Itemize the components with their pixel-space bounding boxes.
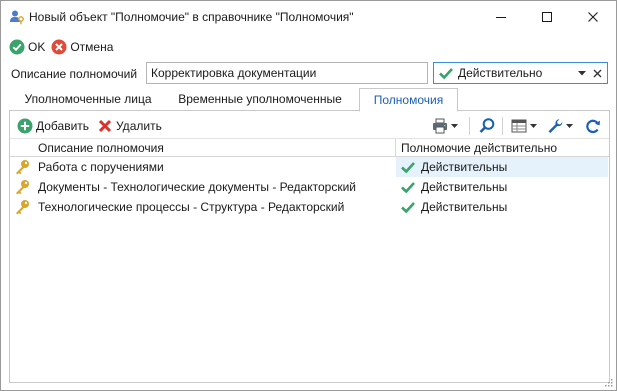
- clear-icon: [593, 69, 601, 77]
- title-bar[interactable]: Новый объект "Полномочие" в справочнике …: [1, 1, 616, 33]
- table-view-icon: [511, 119, 527, 133]
- tab-permissions[interactable]: Полномочия: [359, 88, 458, 112]
- dialog-window: Новый объект "Полномочие" в справочнике …: [0, 0, 617, 391]
- delete-button[interactable]: Удалить: [97, 117, 162, 135]
- delete-x-icon: [98, 119, 112, 133]
- print-button[interactable]: [431, 117, 458, 135]
- ok-button[interactable]: OK: [9, 39, 45, 55]
- add-button[interactable]: Добавить: [17, 117, 89, 135]
- column-header-description[interactable]: Описание полномочия: [34, 139, 164, 157]
- users-key-icon: [10, 10, 24, 25]
- table-row[interactable]: Технологические процессы - Структура - Р…: [10, 197, 609, 217]
- close-icon: [588, 12, 598, 22]
- toolbar-separator: [469, 117, 470, 135]
- minimize-button[interactable]: [478, 1, 524, 33]
- ok-label: OK: [28, 40, 46, 54]
- resize-grip-icon[interactable]: [603, 377, 613, 387]
- check-icon: [401, 182, 415, 194]
- printer-icon: [433, 118, 447, 134]
- plus-circle-icon: [17, 118, 33, 134]
- row-status-label: Действительны: [421, 180, 508, 194]
- check-circle-icon: [9, 39, 25, 55]
- row-status: Действительны: [396, 177, 608, 197]
- description-label: Описание полномочий: [11, 67, 138, 81]
- table-row[interactable]: Работа с поручениями Действительны: [10, 157, 609, 177]
- refresh-icon: [586, 119, 600, 134]
- tab-temporary-authorized[interactable]: Временные уполномоченные: [169, 88, 351, 111]
- status-value: Действительно: [458, 66, 543, 80]
- key-icon: [16, 200, 29, 215]
- search-icon: [479, 118, 495, 133]
- maximize-button[interactable]: [524, 1, 570, 33]
- dialog-actions: OK Отмена: [9, 37, 119, 57]
- table-row[interactable]: Документы - Технологические документы - …: [10, 177, 609, 197]
- cancel-circle-icon: [51, 39, 67, 55]
- grid-toolbar: Добавить Удалить: [10, 115, 609, 137]
- column-header-status[interactable]: Полномочие действительно: [397, 139, 557, 157]
- row-description: Документы - Технологические документы - …: [38, 180, 356, 194]
- search-button[interactable]: [478, 117, 496, 135]
- status-dropdown[interactable]: Действительно: [433, 62, 608, 84]
- refresh-button[interactable]: [584, 117, 602, 135]
- toolbar-separator: [502, 117, 503, 135]
- wrench-icon: [548, 119, 563, 133]
- close-window-button[interactable]: [570, 1, 616, 33]
- check-icon: [401, 162, 415, 174]
- row-description: Работа с поручениями: [38, 160, 164, 174]
- permissions-grid: Описание полномочия Полномочие действите…: [10, 138, 609, 217]
- grid-header: Описание полномочия Полномочие действите…: [10, 138, 609, 157]
- key-icon: [16, 160, 29, 175]
- chevron-down-icon[interactable]: [575, 65, 589, 81]
- window-title: Новый объект "Полномочие" в справочнике …: [29, 10, 354, 24]
- tab-strip: Уполномоченные лица Временные уполномоче…: [9, 88, 610, 112]
- row-status: Действительны: [396, 197, 608, 217]
- cancel-label: Отмена: [70, 40, 114, 54]
- view-dropdown-icon[interactable]: [529, 117, 537, 135]
- row-status-label: Действительны: [421, 160, 508, 174]
- clear-button[interactable]: [589, 65, 605, 81]
- key-icon: [16, 180, 29, 195]
- row-status: Действительны: [396, 157, 608, 177]
- delete-label: Удалить: [116, 119, 162, 133]
- print-dropdown-icon[interactable]: [450, 117, 458, 135]
- maximize-icon: [542, 12, 552, 22]
- check-icon: [401, 202, 415, 214]
- check-icon: [439, 68, 453, 80]
- row-status-label: Действительны: [421, 200, 508, 214]
- add-label: Добавить: [36, 119, 90, 133]
- row-description: Технологические процессы - Структура - Р…: [38, 200, 345, 214]
- description-input[interactable]: Корректировка документации: [146, 62, 428, 84]
- cancel-button[interactable]: Отмена: [51, 39, 113, 55]
- permissions-panel: Добавить Удалить Описание полномочия Пол…: [9, 111, 610, 383]
- tab-authorized-persons[interactable]: Уполномоченные лица: [13, 88, 163, 111]
- view-settings-button[interactable]: [510, 117, 537, 135]
- column-separator: [395, 139, 396, 157]
- minimize-icon: [496, 17, 506, 18]
- tools-dropdown-icon[interactable]: [565, 117, 573, 135]
- tools-button[interactable]: [546, 117, 573, 135]
